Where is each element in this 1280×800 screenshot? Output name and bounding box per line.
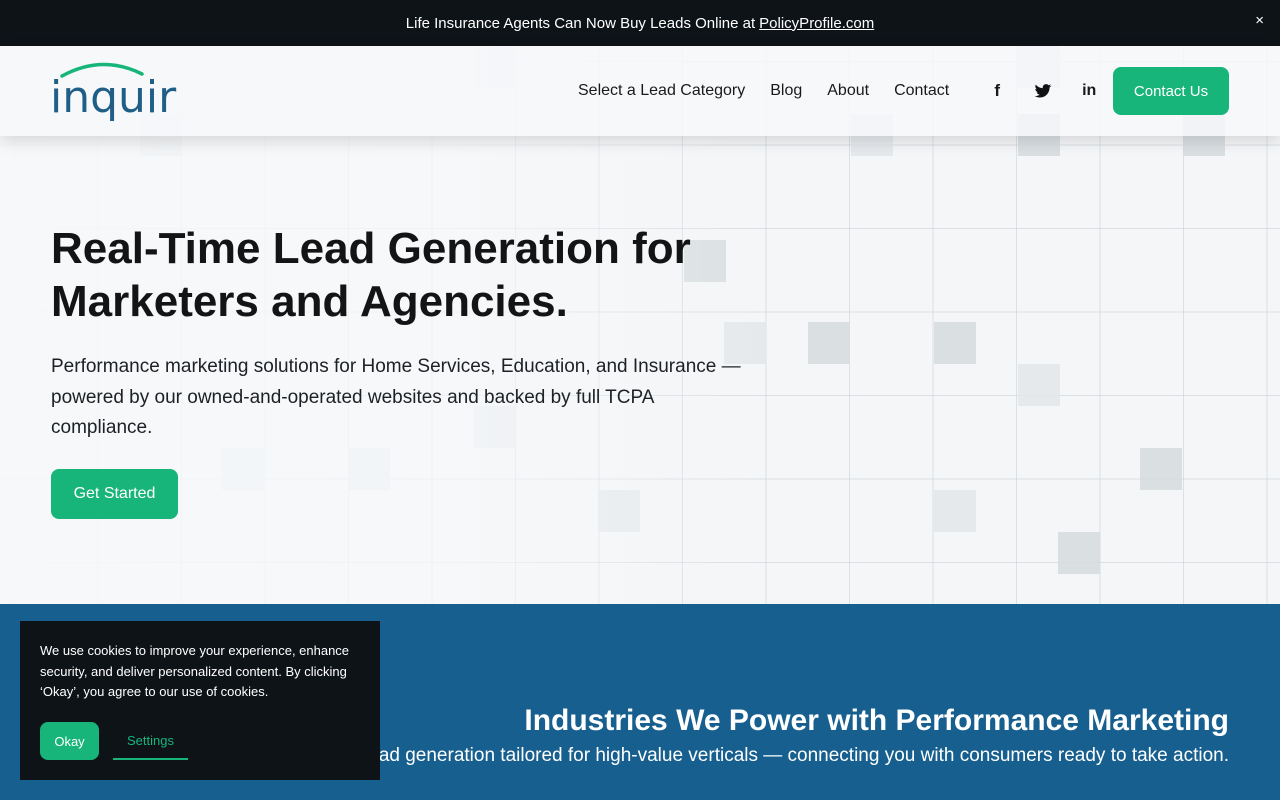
nav-select-lead-category[interactable]: Select a Lead Category [578,82,745,100]
nav-about[interactable]: About [827,82,869,100]
linkedin-icon[interactable]: in [1066,82,1112,100]
site-header: inquir Select a Lead Category Blog About… [0,46,1280,136]
announcement-link[interactable]: PolicyProfile.com [759,15,874,32]
twitter-icon[interactable] [1020,83,1066,99]
bg-tile [1140,448,1182,490]
industries-subtitle: ad generation tailored for high-value ve… [378,745,1229,766]
cookie-banner: We use cookies to improve your experienc… [20,621,380,780]
facebook-icon[interactable]: f [974,81,1020,101]
nav-contact[interactable]: Contact [894,82,949,100]
cookie-okay-button[interactable]: Okay [40,722,99,760]
bg-tile [808,322,850,364]
bg-tile [934,322,976,364]
announcement-bar: Life Insurance Agents Can Now Buy Leads … [0,0,1280,46]
nav-blog[interactable]: Blog [770,82,802,100]
industries-title: Industries We Power with Performance Mar… [524,704,1229,737]
hero-subtitle: Performance marketing solutions for Home… [51,356,741,438]
hero-title: Real-Time Lead Generation for Marketers … [51,224,691,326]
main-nav: Select a Lead Category Blog About Contac… [578,46,1112,136]
bg-tile [934,490,976,532]
contact-us-button[interactable]: Contact Us [1113,67,1229,115]
announcement-text: Life Insurance Agents Can Now Buy Leads … [405,14,756,32]
bg-tile [1018,364,1060,406]
close-icon[interactable]: × [1255,12,1264,29]
social-links: f in [974,81,1112,101]
get-started-button[interactable]: Get Started [51,469,178,519]
cookie-text: We use cookies to improve your experienc… [40,643,350,699]
bg-tile [1058,532,1100,574]
logo[interactable]: inquir [50,60,176,123]
cookie-settings-button[interactable]: Settings [113,722,188,760]
logo-wordmark: inquir [50,72,177,123]
